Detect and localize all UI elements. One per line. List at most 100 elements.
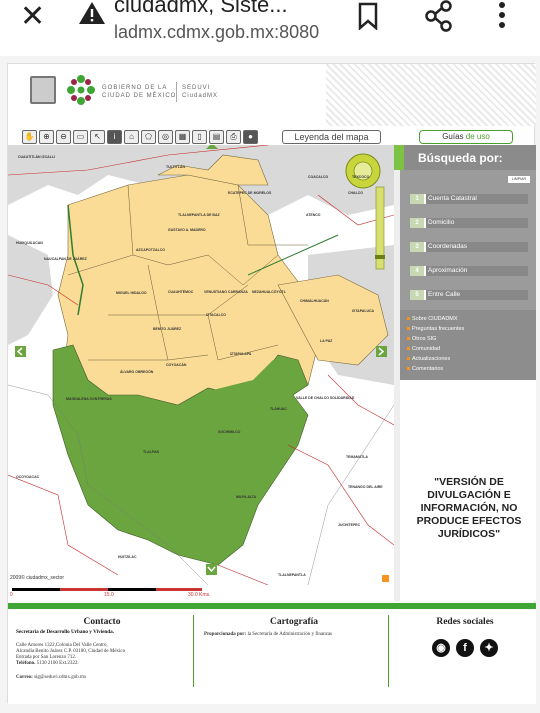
search-title: Búsqueda por: [418, 151, 503, 165]
map-label: COYOACÁN [166, 363, 187, 367]
map-label: LA PAZ [320, 339, 333, 343]
export-icon[interactable]: ▤ [209, 130, 224, 144]
search-option-aproximacion[interactable]: 4 Aproximación [410, 266, 528, 276]
map-label: VALLE DE CHALCO SOLIDARIDAD [296, 396, 355, 400]
contact-phone: Teléfono. 5130 2100 Ext.2322. [16, 661, 79, 666]
map-label: MIGUEL HIDALGO [116, 291, 147, 295]
map-label: COACALCO [308, 175, 329, 179]
zoom-out-icon[interactable]: ⊖ [56, 130, 71, 144]
clear-button[interactable]: LIMPIAR [508, 176, 530, 183]
info-icon[interactable]: i [107, 130, 122, 144]
share-icon[interactable] [424, 0, 454, 37]
scale-mid: 15.0 [104, 592, 114, 598]
link-comunidad[interactable]: Comunidad [407, 346, 440, 352]
map-label: CUAUHTÉMOC [168, 290, 194, 294]
map-label: NEZAHUALCÓYOTL [252, 290, 286, 294]
user-guides-button[interactable]: Guías de uso [419, 130, 513, 144]
page-title: ciudadmx, Siste... [114, 0, 288, 17]
app-frame: GOBIERNO DE LA CIUDAD DE MÉXICO SEDUVI Ciu… [7, 63, 536, 704]
map-label: MILPA ALTA [236, 495, 257, 499]
header-pattern [326, 64, 536, 126]
close-tab-button[interactable]: ✕ [20, 2, 45, 32]
map-label: TLALNEPANTLA [278, 573, 306, 577]
link-actualizaciones[interactable]: Actualizaciones [407, 356, 450, 362]
map-canvas[interactable] [8, 145, 394, 585]
footer-divider-2 [388, 615, 389, 687]
link-otros-sig[interactable]: Otros SIG [407, 336, 436, 342]
map-label: CHIMALHUACÁN [300, 299, 329, 303]
map-label: TEXCOCO [352, 175, 370, 179]
layers-icon[interactable]: ▦ [175, 130, 190, 144]
map-label: BENITO JUÁREZ [153, 327, 182, 331]
scale-start: 0 [10, 592, 13, 598]
map-label: TENANGO DEL AIRE [348, 485, 383, 489]
social-title: Redes sociales [436, 617, 494, 627]
map-label: GUSTAVO A. MADERO [168, 228, 206, 232]
map-label: IXTAPALUCA [352, 309, 375, 313]
map-label: NAUCALPAN DE JUÁREZ [44, 257, 87, 261]
link-sobre[interactable]: Sobre CIUDADMX [407, 316, 458, 322]
measure-icon[interactable]: ⌂ [124, 130, 139, 144]
search-option-cuenta[interactable]: 1 Cuenta Catastral [410, 194, 528, 204]
map-label: TULTITLÁN [166, 165, 185, 169]
map-label: CUAUTITLÁN IZCALLI [18, 155, 55, 159]
browser-toolbar: ✕ ciudadmx, Siste... ladmx.cdmx.gob.mx:8… [0, 0, 540, 56]
buffer-icon[interactable]: ◎ [158, 130, 173, 144]
info-links: Sobre CIUDADMX Preguntas frecuentes Otro… [400, 310, 536, 380]
url-bar[interactable]: ladmx.cdmx.gob.mx:8080 [114, 22, 319, 43]
map-label: TEMAMATLA [346, 455, 368, 459]
map-label: HUIXQUILUCAN [16, 241, 43, 245]
search-option-coordenadas[interactable]: 3 Coordenadas [410, 242, 528, 252]
print-icon[interactable]: ⎙ [226, 130, 241, 144]
bookmark-icon[interactable] [357, 2, 379, 35]
link-comentarios[interactable]: Comentarios [407, 366, 443, 372]
page-area: GOBIERNO DE LA CIUDAD DE MÉXICO SEDUVI Ciu… [0, 56, 540, 713]
zoom-in-icon[interactable]: ⊕ [39, 130, 54, 144]
map-label: MAGDALENA CONTRERAS [66, 397, 112, 401]
disclaimer-text: "VERSIÓN DE DIVULGACIÓN E INFORMACIÓN, N… [416, 476, 522, 540]
view-icon[interactable]: ● [243, 130, 258, 144]
footer-divider-1 [193, 615, 194, 687]
carto-text: Proporcionada por: la Secretaría de Admi… [204, 632, 332, 637]
map-label: OCOYOACAC [16, 475, 40, 479]
facebook-icon[interactable]: f [456, 639, 474, 657]
site-footer: Contacto Secretaría de Desarrollo Urbano… [8, 609, 536, 704]
warning-icon[interactable] [78, 0, 106, 31]
contact-column: Contacto Secretaría de Desarrollo Urbano… [16, 609, 188, 689]
map-label: ATENCO [306, 213, 321, 217]
search-option-domicilio[interactable]: 2 Domicilio [410, 218, 528, 228]
map-label: AZCAPOTZALCO [136, 248, 165, 252]
map-viewer[interactable]: NAUCALPAN DE JUÁREZ AZCAPOTZALCO GUSTAVO A… [8, 145, 394, 585]
document-icon[interactable]: ▯ [192, 130, 207, 144]
map-label: ÁLVARO OBREGÓN [120, 370, 154, 374]
scale-bar: 0 15.0 30.0 Kms. [8, 585, 394, 599]
pan-hand-icon[interactable]: ✋ [22, 130, 37, 144]
pointer-icon[interactable]: ↖ [90, 130, 105, 144]
header-accent [394, 145, 404, 170]
map-label: IZTACALCO [206, 313, 226, 317]
contact-email[interactable]: Correo: sig@seduvi.cdmx.gob.mx [16, 675, 188, 681]
map-label: TLALNEPANTLA DE BAZ [178, 213, 220, 217]
instagram-icon[interactable]: ◉ [432, 639, 450, 657]
link-faq[interactable]: Preguntas frecuentes [407, 326, 464, 332]
more-menu-icon[interactable] [497, 0, 507, 35]
carto-title: Cartografía [269, 617, 318, 627]
zoom-extent-icon[interactable]: ▭ [73, 130, 88, 144]
map-legend-button[interactable]: Leyenda del mapa [282, 130, 381, 144]
map-toolbar: ✋ ⊕ ⊖ ▭ ↖ i ⌂ ⬠ ◎ ▦ ▯ ▤ ⎙ ● [22, 130, 258, 144]
map-label: JUCHITEPEC [338, 523, 361, 527]
scale-line [12, 588, 202, 591]
search-option-entre-calle[interactable]: 5 Entre Calle [410, 290, 528, 300]
social-column: Redes sociales ◉ f ✦ [394, 609, 536, 689]
carto-column: Cartografía Proporcionada por: la Secret… [204, 609, 384, 689]
polygon-icon[interactable]: ⬠ [141, 130, 156, 144]
search-sidebar: Búsqueda por: LIMPIAR 1 Cuenta Catastral … [394, 145, 536, 601]
contact-org: Secretaría de Desarrollo Urbano y Vivien… [16, 629, 115, 635]
header-divider [176, 82, 177, 102]
twitter-icon[interactable]: ✦ [480, 639, 498, 657]
map-label: TLALPAN [143, 450, 160, 454]
gov-title: GOBIERNO DE LA CIUDAD DE MÉXICO [102, 85, 177, 99]
contact-title: Contacto [83, 617, 121, 627]
map-label: XOCHIMILCO [218, 430, 241, 434]
search-header: Búsqueda por: [394, 145, 536, 170]
